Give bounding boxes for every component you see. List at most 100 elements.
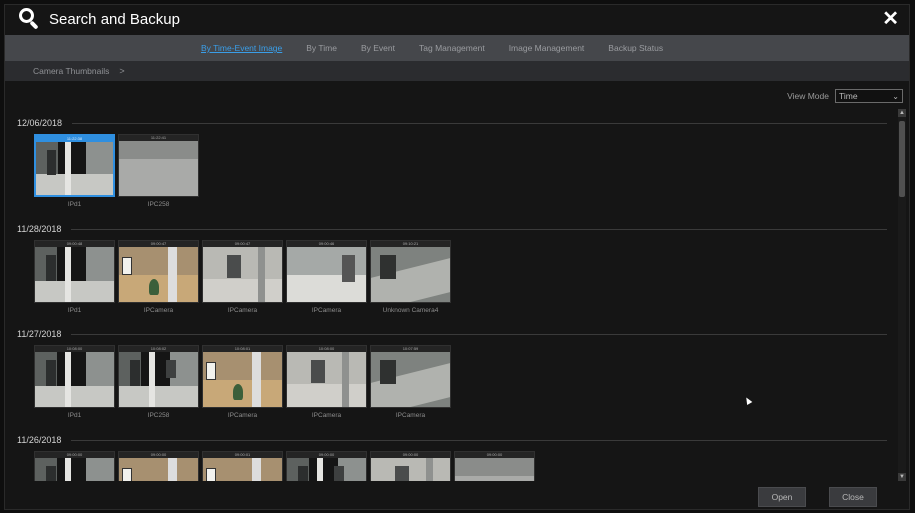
camera-thumbnail[interactable]: 09:00:00 xyxy=(118,451,199,481)
thumbnail-timestamp: 11:22:38 xyxy=(36,136,113,142)
date-header: 12/06/2018 xyxy=(5,116,887,130)
date-label: 11/28/2018 xyxy=(17,224,62,234)
camera-thumbnail[interactable]: 09:00:48 IPd1 xyxy=(34,240,115,314)
view-mode-select[interactable]: Time ⌄ xyxy=(835,89,903,103)
thumbnail-camera-name: Unknown Camera4 xyxy=(382,307,439,314)
tab-tag-management[interactable]: Tag Management xyxy=(419,43,485,53)
date-label: 11/26/2018 xyxy=(17,435,62,445)
close-button[interactable]: Close xyxy=(829,487,877,507)
thumbnail-camera-name: IPCamera xyxy=(227,412,258,419)
date-header: 11/27/2018 xyxy=(5,327,887,341)
thumbnail-image[interactable]: 09:00:01 xyxy=(202,451,283,481)
chevron-right-icon[interactable]: > xyxy=(119,66,124,76)
thumbnail-image[interactable]: 09:00:00 xyxy=(286,451,367,481)
thumbnail-timestamp: 11:22:41 xyxy=(119,135,198,141)
open-button[interactable]: Open xyxy=(758,487,806,507)
thumbnail-image[interactable]: 09:00:00 xyxy=(34,451,115,481)
title-bar: Search and Backup ✕ xyxy=(5,5,909,33)
thumbnail-camera-name: IPCamera xyxy=(395,412,426,419)
tab-by-time[interactable]: By Time xyxy=(306,43,337,53)
thumbnail-camera-name: IPCamera xyxy=(227,307,258,314)
camera-thumbnail[interactable]: 09:00:01 xyxy=(202,451,283,481)
divider xyxy=(72,122,887,124)
thumbnail-timestamp: 10:08:00 xyxy=(287,346,366,352)
thumbnail-image[interactable]: 09:00:48 xyxy=(34,240,115,303)
chevron-down-icon: ⌄ xyxy=(892,91,899,101)
thumbnail-timestamp: 09:00:01 xyxy=(203,452,282,458)
thumbnail-timestamp: 09:00:48 xyxy=(35,241,114,247)
thumbnail-timestamp: 09:00:47 xyxy=(119,241,198,247)
thumbnail-image[interactable]: 09:00:00 xyxy=(118,451,199,481)
thumbnail-camera-name: IPCamera xyxy=(311,412,342,419)
thumbnail-image[interactable]: 09:00:46 xyxy=(286,240,367,303)
camera-thumbnail[interactable]: 09:00:00 xyxy=(454,451,535,481)
thumbnail-timestamp: 09:00:46 xyxy=(287,241,366,247)
close-icon[interactable]: ✕ xyxy=(882,8,899,30)
camera-thumbnail[interactable]: 10:08:00 IPCamera xyxy=(286,345,367,419)
search-backup-window: Search and Backup ✕ By Time-Event Image B… xyxy=(4,4,910,510)
camera-thumbnail[interactable]: 10:08:02 IPC258 xyxy=(118,345,199,419)
camera-thumbnail[interactable]: 10:08:01 IPCamera xyxy=(202,345,283,419)
tab-by-event[interactable]: By Event xyxy=(361,43,395,53)
tab-image-management[interactable]: Image Management xyxy=(509,43,585,53)
thumbnail-timestamp: 10:08:01 xyxy=(203,346,282,352)
date-header: 11/28/2018 xyxy=(5,222,887,236)
thumbnail-timestamp: 10:08:00 xyxy=(35,346,114,352)
thumbnail-image[interactable]: 10:08:00 xyxy=(286,345,367,408)
thumbnail-image[interactable]: 10:08:00 xyxy=(34,345,115,408)
camera-thumbnail[interactable]: 09:00:47 IPCamera xyxy=(118,240,199,314)
camera-thumbnail[interactable]: 09:00:00 xyxy=(286,451,367,481)
thumbnail-timestamp: 09:00:00 xyxy=(287,452,366,458)
thumbnail-image[interactable]: 11:22:41 xyxy=(118,134,199,197)
scroll-up-icon[interactable]: ▲ xyxy=(898,109,906,117)
thumbnail-image[interactable]: 09:00:47 xyxy=(202,240,283,303)
camera-thumbnail[interactable]: 11:22:41 IPC258 xyxy=(118,134,199,208)
thumbnail-image[interactable]: 09:00:00 xyxy=(454,451,535,481)
thumbnail-timestamp: 09:10:21 xyxy=(371,241,450,247)
thumbnail-timestamp: 09:00:47 xyxy=(203,241,282,247)
tab-bar: By Time-Event Image By Time By Event Tag Ma… xyxy=(5,35,909,61)
thumbnail-image[interactable]: 10:07:59 xyxy=(370,345,451,408)
thumbnail-camera-name: IPd1 xyxy=(67,412,82,419)
thumbnail-image[interactable]: 09:10:21 xyxy=(370,240,451,303)
thumbnail-image[interactable]: 10:08:02 xyxy=(118,345,199,408)
thumbnail-timestamp: 10:07:59 xyxy=(371,346,450,352)
camera-thumbnail[interactable]: 09:00:47 IPCamera xyxy=(202,240,283,314)
thumbnail-camera-name: IPd1 xyxy=(67,201,82,208)
view-mode: View Mode Time ⌄ xyxy=(787,89,903,103)
thumbnail-timestamp: 09:00:00 xyxy=(119,452,198,458)
camera-thumbnail[interactable]: 09:00:00 xyxy=(34,451,115,481)
camera-thumbnail[interactable]: 10:07:59 IPCamera xyxy=(370,345,451,419)
thumbnail-image[interactable]: 10:08:01 xyxy=(202,345,283,408)
camera-thumbnail[interactable]: 09:00:00 xyxy=(370,451,451,481)
tab-by-time-event-image[interactable]: By Time-Event Image xyxy=(201,43,282,53)
camera-thumbnail[interactable]: 09:00:46 IPCamera xyxy=(286,240,367,314)
breadcrumb-camera-thumbnails[interactable]: Camera Thumbnails xyxy=(33,66,109,76)
thumbnail-row: 09:00:00 09:00:00 09:00:01 09:00:00 09:00:00… xyxy=(34,451,538,481)
scrollbar[interactable]: ▲ ▼ xyxy=(898,109,906,481)
thumbnail-timestamp: 09:00:00 xyxy=(371,452,450,458)
date-label: 12/06/2018 xyxy=(17,118,63,128)
thumbnail-camera-name: IPC258 xyxy=(147,412,170,419)
camera-thumbnail[interactable]: 11:22:38 IPd1 xyxy=(34,134,115,208)
camera-thumbnail[interactable]: 10:08:00 IPd1 xyxy=(34,345,115,419)
divider xyxy=(71,333,887,335)
camera-thumbnail[interactable]: 09:10:21 Unknown Camera4 xyxy=(370,240,451,314)
view-mode-label: View Mode xyxy=(787,91,829,101)
thumbnail-row: 11:22:38 IPd1 11:22:41 IPC258 xyxy=(34,134,202,208)
thumbnail-row: 09:00:48 IPd1 09:00:47 IPCamera 09:00:47 IPCa… xyxy=(34,240,454,314)
date-label: 11/27/2018 xyxy=(17,329,62,339)
scroll-thumb[interactable] xyxy=(899,121,905,197)
window-title: Search and Backup xyxy=(49,10,180,28)
view-mode-value: Time xyxy=(839,91,858,101)
thumbnail-image[interactable]: 09:00:00 xyxy=(370,451,451,481)
thumbnail-image[interactable]: 09:00:47 xyxy=(118,240,199,303)
thumbnail-timestamp: 09:00:00 xyxy=(455,452,534,458)
thumbnail-timestamp: 09:00:00 xyxy=(35,452,114,458)
date-header: 11/26/2018 xyxy=(5,433,887,447)
divider xyxy=(71,439,887,441)
tab-backup-status[interactable]: Backup Status xyxy=(608,43,663,53)
scroll-down-icon[interactable]: ▼ xyxy=(898,473,906,481)
thumbnail-image[interactable]: 11:22:38 xyxy=(34,134,115,197)
thumbnail-row: 10:08:00 IPd1 10:08:02 IPC258 10:08:01 IPCame… xyxy=(34,345,454,419)
